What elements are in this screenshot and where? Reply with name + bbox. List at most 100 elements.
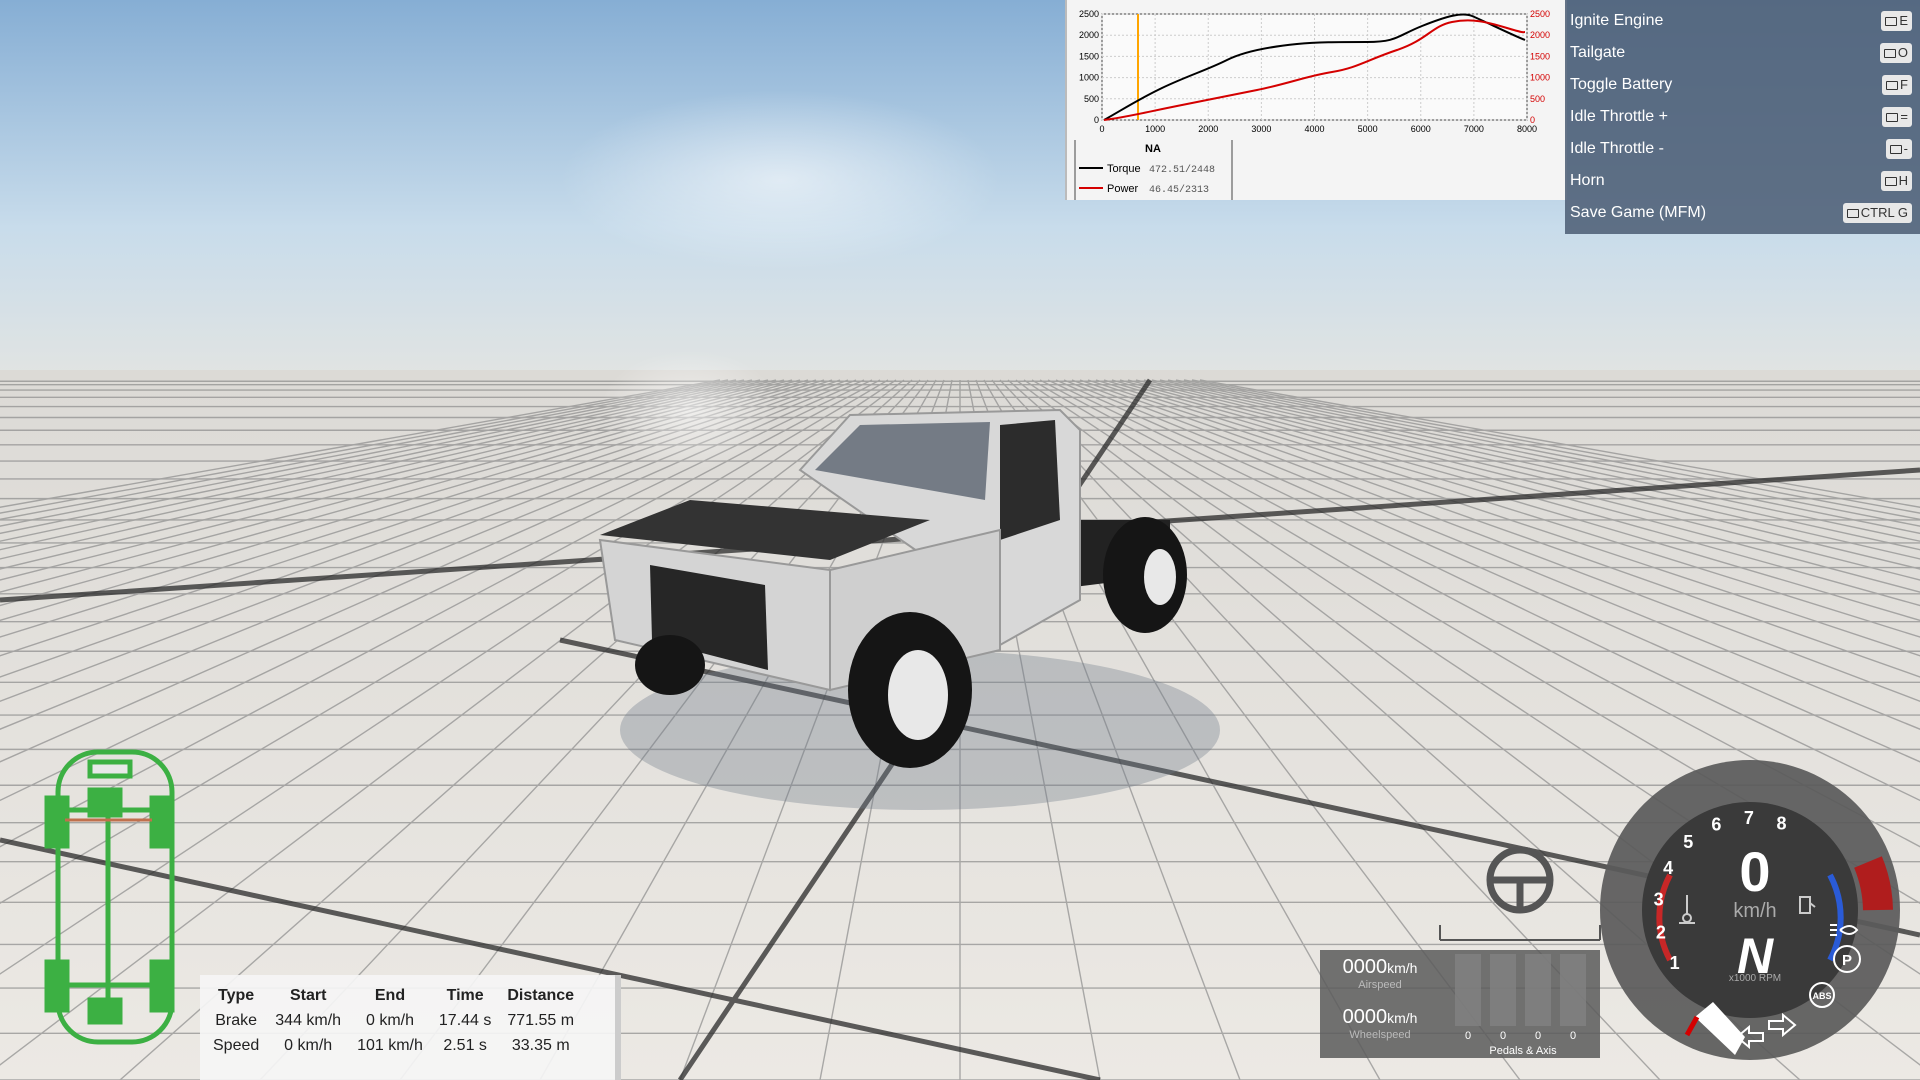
action-label: Horn — [1570, 172, 1605, 189]
key-hint: H — [1880, 171, 1912, 191]
drag-stats-panel: Type Start End Time Distance Brake 344 k… — [200, 975, 621, 1080]
speed-pedals-panel: 0000km/h Airspeed 0000km/h Wheelspeed 0 … — [1320, 950, 1600, 1058]
action-tailgate[interactable]: Tailgate O — [1565, 37, 1920, 69]
action-ignite-engine[interactable]: Ignite Engine E — [1565, 5, 1920, 37]
action-label: Tailgate — [1570, 44, 1626, 61]
key-hint-label: F — [1900, 77, 1908, 92]
tachometer-gauge: 123456 7 8 0 km/h N x1000 RPM P ABS — [1600, 760, 1900, 1060]
power-legend-value: 46.45/2313 — [1149, 184, 1209, 196]
airspeed-caption: Airspeed — [1358, 979, 1402, 991]
keyboard-icon — [1889, 145, 1902, 155]
front-rim — [888, 650, 948, 740]
x-axis-tick: 4000 — [1304, 124, 1324, 134]
rear-rim — [1144, 549, 1176, 605]
side-window — [1000, 420, 1060, 540]
left-axis-labels: 2500 2000 1500 1000 500 0 — [1079, 9, 1099, 125]
front-left-wheel — [635, 635, 705, 695]
keyboard-icon — [1886, 81, 1899, 91]
column-header: Start — [289, 986, 327, 1004]
x-axis-tick: 6000 — [1411, 124, 1431, 134]
clutch-bar — [1525, 954, 1551, 1026]
drag-stats-table: Type Start End Time Distance Brake 344 k… — [205, 983, 582, 1058]
pedal-value: 0 — [1464, 1030, 1472, 1042]
key-hint-label: E — [1899, 13, 1908, 28]
torque-legend-value: 472.51/2448 — [1149, 164, 1215, 176]
rpm-tick: 2 — [1656, 923, 1666, 943]
key-hint: CTRL G — [1842, 203, 1912, 223]
x-axis-tick: 2000 — [1198, 124, 1218, 134]
column-header: Time — [446, 986, 484, 1004]
key-hint-label: O — [1897, 45, 1908, 60]
left-axis-tick: 0 — [1094, 115, 1099, 125]
wheelspeed-value: 0000 — [1342, 1006, 1388, 1028]
brake-bar — [1490, 954, 1516, 1026]
table-cell: 2.51 s — [443, 1036, 487, 1054]
action-label: Ignite Engine — [1570, 12, 1664, 29]
key-hint: - — [1885, 139, 1912, 159]
airspeed-value: 0000 — [1342, 956, 1388, 978]
x-axis-labels: 0 1000 2000 3000 4000 5000 6000 7000 8000 — [1099, 124, 1537, 134]
action-toggle-battery[interactable]: Toggle Battery F — [1565, 69, 1920, 101]
right-axis-tick: 1000 — [1530, 73, 1550, 83]
table-cell: 17.44 s — [438, 1011, 492, 1029]
legend-title: NA — [1145, 143, 1161, 155]
key-hint-label: CTRL G — [1860, 205, 1908, 220]
key-hint-label: H — [1898, 173, 1908, 188]
pedal-value: 0 — [1569, 1030, 1577, 1042]
table-cell: Brake — [215, 1011, 258, 1029]
left-axis-tick: 1000 — [1079, 73, 1099, 83]
right-axis-tick: 1500 — [1530, 51, 1550, 61]
key-hint: F — [1882, 75, 1912, 95]
pedal-value: 0 — [1534, 1030, 1542, 1042]
right-axis-tick: 2000 — [1530, 30, 1550, 40]
left-axis-tick: 500 — [1084, 94, 1099, 104]
table-row: Speed 0 km/h 101 km/h 2.51 s 33.35 m — [205, 1033, 582, 1058]
pedal-bars: 0 0 0 0 — [1453, 954, 1593, 1044]
table-row: Brake 344 km/h 0 km/h 17.44 s 771.55 m — [205, 1008, 582, 1033]
left-axis-tick: 1500 — [1079, 51, 1099, 61]
smoke-cloud — [560, 90, 1000, 270]
x-axis-tick: 5000 — [1358, 124, 1378, 134]
right-axis-labels: 25002000150010005000 — [1530, 9, 1550, 125]
action-label: Save Game (MFM) — [1570, 204, 1707, 221]
airspeed-unit: km/h — [1387, 960, 1418, 976]
speed-unit: km/h — [1733, 900, 1776, 922]
action-horn[interactable]: Horn H — [1565, 165, 1920, 197]
wheelspeed-caption: Wheelspeed — [1349, 1029, 1411, 1041]
power-legend-label: Power — [1107, 183, 1139, 195]
abs-label: ABS — [1812, 991, 1831, 1001]
wheelspeed-unit: km/h — [1387, 1010, 1418, 1026]
keyboard-icon — [1846, 209, 1859, 219]
smoke-cloud — [600, 350, 780, 470]
table-cell: Speed — [213, 1036, 260, 1054]
x-axis-tick: 3000 — [1251, 124, 1271, 134]
redline-arc — [1853, 856, 1893, 911]
table-cell: 101 km/h — [357, 1036, 423, 1054]
table-cell: 771.55 m — [507, 1011, 575, 1029]
airspeed-readout: 0000km/h Airspeed — [1320, 956, 1440, 991]
speed-value: 0 — [1739, 840, 1770, 903]
rpm-tick: 1 — [1670, 953, 1680, 973]
keyboard-icon — [1885, 17, 1898, 27]
table-header-row: Type Start End Time Distance — [205, 983, 582, 1008]
wheelspeed-readout: 0000km/h Wheelspeed — [1320, 1006, 1440, 1041]
key-hint: = — [1882, 107, 1912, 127]
action-label: Idle Throttle + — [1570, 108, 1668, 125]
rpm-tick: 4 — [1663, 858, 1673, 878]
key-hint: O — [1879, 43, 1912, 63]
x-axis-tick: 8000 — [1517, 124, 1537, 134]
pedal-value: 0 — [1499, 1030, 1507, 1042]
rpm-tick: 3 — [1654, 890, 1664, 910]
keyboard-icon — [1884, 177, 1897, 187]
action-idle-throttle-down[interactable]: Idle Throttle - - — [1565, 133, 1920, 165]
right-axis-tick: 2500 — [1530, 9, 1550, 19]
left-axis-tick: 2000 — [1079, 30, 1099, 40]
key-hint-label: - — [1903, 141, 1908, 156]
parkingbrake-bar — [1560, 954, 1586, 1026]
table-cell: 0 km/h — [365, 1011, 414, 1029]
x-axis-tick: 0 — [1099, 124, 1104, 134]
rpm-tick: 6 — [1711, 814, 1721, 834]
x-axis-tick: 1000 — [1145, 124, 1165, 134]
action-idle-throttle-up[interactable]: Idle Throttle + = — [1565, 101, 1920, 133]
action-save-game[interactable]: Save Game (MFM) CTRL G — [1565, 197, 1920, 229]
